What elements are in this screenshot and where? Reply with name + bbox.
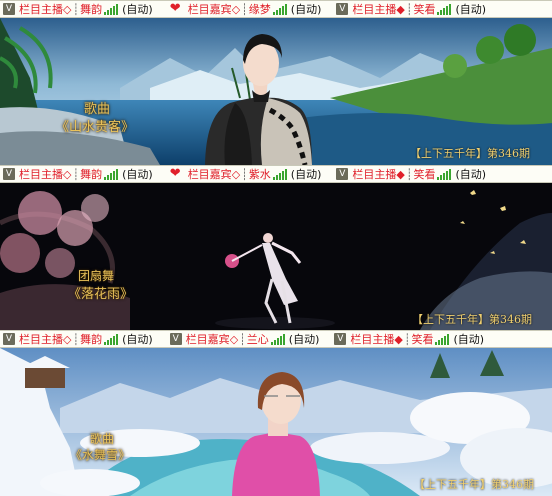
v-logo-icon: V [336,3,349,15]
diamond-icon: ◇ [63,332,72,346]
diamond-icon: ◇ [231,2,241,16]
host-segment[interactable]: V 栏目主播 ◆ ┊ 笑看 (自动) [333,166,486,182]
episode-label: 【上下五千年】第346期 [414,478,534,491]
dance-type-label: 团扇舞 [78,269,115,283]
v-logo-icon: V [3,168,15,180]
top-status-bar-2: V 栏目主播 ◇ ┊ 舞韵 (自动) ❤ 栏目嘉宾 ◇ ┊ 紫水 (自动) V 栏目主播 ◆ ┊… [0,165,552,183]
v-logo-icon: V [169,333,182,345]
auto-label: (自动) [122,333,153,346]
host-segment[interactable]: V 栏目主播 ◇ ┊ 舞韵 (自动) [0,331,153,347]
guest-segment[interactable]: ❤ 栏目嘉宾 ◇ ┊ 紫水 (自动) [167,166,322,182]
signal-icon [104,3,119,15]
auto-label: (自动) [290,3,322,16]
singer-figure [205,34,312,165]
host-segment[interactable]: V 栏目主播 ◇ ┊ 舞韵 (自动) [0,1,153,17]
signal-icon [104,333,119,345]
role-label: 栏目主播 [352,3,397,16]
top-status-bar-3: V 栏目主播 ◇ ┊ 舞韵 (自动) V 栏目嘉宾 ◇ ┊ 兰心 (自动) V 栏目主播 ◆ ┊… [0,330,552,348]
auto-label: (自动) [453,333,485,346]
video-panel-2[interactable]: 团扇舞 《落花雨》 【上下五千年】第346期 [0,183,552,330]
auto-label: (自动) [288,333,320,346]
video-panel-1[interactable]: 歌曲 《山水贵客》 【上下五千年】第346期 [0,18,552,165]
diamond-icon: ◆ [394,332,403,346]
song-title: 《水舞雪》 [70,448,131,462]
diamond-icon: ◇ [231,167,241,181]
dancer-figure [225,233,302,324]
separator: ┊ [241,167,248,181]
auto-label: (自动) [290,168,322,181]
diamond-icon: ◆ [396,167,405,181]
song-type-label: 歌曲 [84,102,111,117]
episode-label: 【上下五千年】第346期 [410,147,530,160]
auto-label: (自动) [122,168,153,181]
role-label: 栏目嘉宾 [187,3,232,16]
separator: ┊ [241,2,248,16]
signal-icon [104,168,119,180]
guest-segment[interactable]: V 栏目嘉宾 ◇ ┊ 兰心 (自动) [167,331,320,347]
separator: ┊ [72,332,80,346]
signal-icon [272,3,287,15]
role-label: 栏目主播 [352,168,397,181]
video-panel-3[interactable]: 歌曲 《水舞雪》 【上下五千年】第346期 [0,348,552,496]
diamond-icon: ◇ [229,332,239,346]
signal-icon [437,168,452,180]
song-type-label: 歌曲 [90,432,115,446]
member-name: 紫水 [248,168,271,181]
member-name: 舞韵 [80,168,103,181]
member-name: 舞韵 [80,3,103,16]
guest-segment[interactable]: ❤ 栏目嘉宾 ◇ ┊ 缘梦 (自动) [167,1,322,17]
role-label: 栏目主播 [19,3,63,16]
singer-figure [232,372,320,496]
auto-label: (自动) [455,168,487,181]
auto-label: (自动) [122,3,153,16]
separator: ┊ [405,2,413,16]
separator: ┊ [403,332,411,346]
signal-icon [272,168,287,180]
v-logo-icon: V [3,333,15,345]
heart-icon: ❤ [169,1,181,16]
host-segment[interactable]: V 栏目主播 ◆ ┊ 笑看 (自动) [331,331,484,347]
dance-title: 《落花雨》 [68,287,134,302]
role-label: 栏目主播 [19,168,63,181]
signal-icon [437,3,452,15]
song-title: 《山水贵客》 [56,120,135,135]
signal-icon [435,333,450,345]
heart-icon: ❤ [169,166,181,181]
separator: ┊ [239,332,246,346]
member-name: 笑看 [413,3,436,16]
v-logo-icon: V [3,3,15,15]
role-label: 栏目嘉宾 [187,168,232,181]
auto-label: (自动) [455,3,487,16]
member-name: 兰心 [246,333,269,346]
signal-icon [270,333,285,345]
host-segment[interactable]: V 栏目主播 ◆ ┊ 笑看 (自动) [333,1,486,17]
diamond-icon: ◆ [396,2,405,16]
member-name: 笑看 [413,168,436,181]
separator: ┊ [72,167,80,181]
role-label: 栏目嘉宾 [185,333,230,346]
role-label: 栏目主播 [19,333,63,346]
diamond-icon: ◇ [63,2,72,16]
host-segment[interactable]: V 栏目主播 ◇ ┊ 舞韵 (自动) [0,166,153,182]
episode-label: 【上下五千年】第346期 [412,313,532,326]
v-logo-icon: V [334,333,347,345]
top-status-bar-1: V 栏目主播 ◇ ┊ 舞韵 (自动) ❤ 栏目嘉宾 ◇ ┊ 缘梦 (自动) V 栏目主播 ◆ ┊… [0,0,552,18]
v-logo-icon: V [336,168,349,180]
diamond-icon: ◇ [63,167,72,181]
role-label: 栏目主播 [350,333,395,346]
member-name: 缘梦 [248,3,271,16]
separator: ┊ [72,2,80,16]
member-name: 笑看 [411,333,434,346]
separator: ┊ [405,167,413,181]
member-name: 舞韵 [80,333,103,346]
